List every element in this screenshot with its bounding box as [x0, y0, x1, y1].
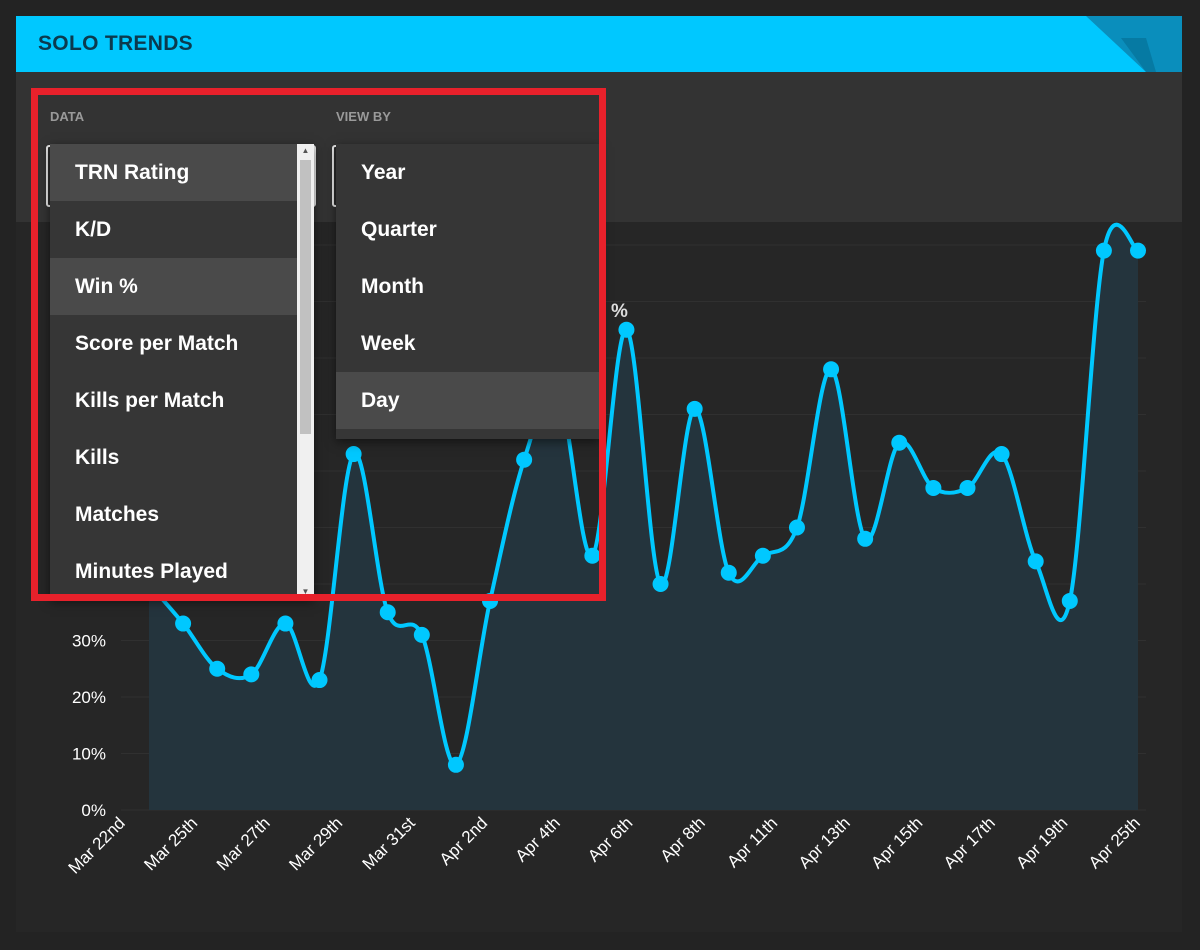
data-point[interactable] — [891, 434, 908, 451]
x-tick-label: Apr 11th — [723, 813, 781, 871]
data-point[interactable] — [618, 321, 635, 338]
view-by-field-label: VIEW BY — [336, 109, 391, 124]
data-option-score-per-match[interactable]: Score per Match — [50, 315, 297, 372]
panel-header: SOLO TRENDS — [16, 16, 1182, 72]
view-by-option-day[interactable]: Day — [336, 372, 600, 429]
scroll-down-arrow-icon[interactable]: ▼ — [297, 585, 314, 599]
data-option-minutes-played[interactable]: Minutes Played — [50, 543, 297, 599]
data-point[interactable] — [720, 564, 737, 581]
data-point[interactable] — [652, 576, 669, 592]
data-option-kills-per-match[interactable]: Kills per Match — [50, 372, 297, 429]
x-tick-label: Mar 22nd — [65, 813, 129, 877]
data-option-trn-rating[interactable]: TRN Rating — [50, 144, 297, 201]
data-point[interactable] — [379, 604, 396, 621]
data-field-label: DATA — [50, 109, 85, 124]
data-point[interactable] — [788, 519, 805, 536]
y-tick-label: 30% — [72, 632, 106, 651]
data-point[interactable] — [959, 479, 976, 496]
data-option-kills[interactable]: Kills — [50, 429, 297, 486]
chart-series-label: % — [611, 301, 628, 322]
data-point[interactable] — [925, 479, 942, 496]
y-tick-label: 0% — [81, 801, 106, 820]
view-by-dropdown-list: Year Quarter Month Week Day — [336, 144, 600, 439]
data-point[interactable] — [823, 361, 840, 378]
data-point[interactable] — [311, 672, 328, 689]
y-tick-label: 10% — [72, 745, 106, 764]
header-corner-decoration — [1086, 16, 1182, 72]
x-tick-label: Apr 8th — [657, 813, 709, 865]
view-by-option-month[interactable]: Month — [336, 258, 600, 315]
data-point[interactable] — [175, 615, 192, 632]
view-by-option-year[interactable]: Year — [336, 144, 600, 201]
x-tick-label: Apr 13th — [795, 813, 854, 872]
data-point[interactable] — [243, 666, 260, 683]
data-point[interactable] — [857, 530, 874, 547]
data-point[interactable] — [447, 756, 464, 773]
data-point[interactable] — [754, 547, 771, 564]
x-tick-label: Apr 2nd — [436, 813, 492, 869]
x-tick-label: Apr 4th — [512, 813, 564, 865]
x-tick-label: Mar 27th — [213, 813, 274, 874]
data-option-matches[interactable]: Matches — [50, 486, 297, 543]
data-point[interactable] — [482, 592, 499, 609]
x-tick-label: Apr 15th — [867, 813, 926, 872]
data-point[interactable] — [1130, 242, 1146, 259]
x-tick-label: Mar 25th — [140, 813, 201, 874]
x-tick-label: Apr 25th — [1085, 813, 1144, 872]
data-option-win[interactable]: Win % — [50, 258, 297, 315]
x-tick-label: Apr 19th — [1012, 813, 1071, 872]
data-point[interactable] — [413, 626, 430, 643]
x-tick-label: Apr 6th — [584, 813, 636, 865]
data-point[interactable] — [584, 547, 601, 564]
x-tick-label: Apr 17th — [940, 813, 999, 872]
scroll-thumb[interactable] — [300, 160, 311, 434]
data-point[interactable] — [993, 446, 1010, 463]
data-point[interactable] — [1027, 553, 1044, 570]
data-point[interactable] — [686, 400, 703, 417]
data-point[interactable] — [1095, 242, 1112, 259]
data-dropdown-list: TRN Rating K/D Win % Score per Match Kills p… — [50, 144, 314, 599]
data-option-k-d[interactable]: K/D — [50, 201, 297, 258]
x-tick-label: Mar 31st — [359, 813, 419, 873]
data-point[interactable] — [516, 451, 533, 468]
view-by-option-quarter[interactable]: Quarter — [336, 201, 600, 258]
scroll-up-arrow-icon[interactable]: ▲ — [297, 144, 314, 158]
view-by-option-week[interactable]: Week — [336, 315, 600, 372]
x-tick-label: Mar 29th — [285, 813, 346, 874]
y-tick-label: 20% — [72, 688, 106, 707]
dropdown-scrollbar[interactable]: ▲ ▼ — [297, 144, 314, 599]
data-point[interactable] — [345, 446, 362, 463]
data-point[interactable] — [209, 660, 226, 677]
data-point[interactable] — [277, 615, 294, 632]
data-point[interactable] — [1061, 592, 1078, 609]
